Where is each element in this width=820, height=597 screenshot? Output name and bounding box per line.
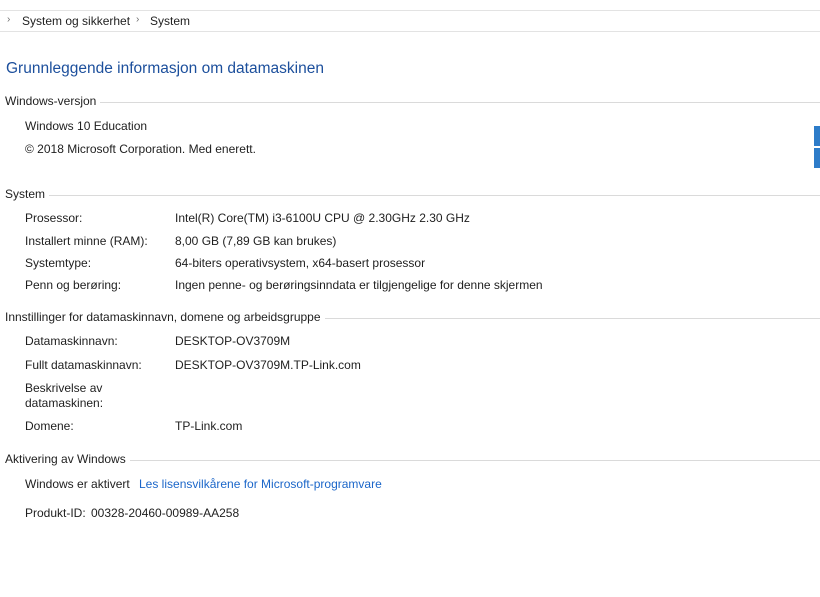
section-divider — [47, 195, 820, 196]
breadcrumb: › System og sikkerhet › System — [0, 11, 820, 32]
domain-value: TP-Link.com — [175, 419, 243, 433]
section-header-system: System — [5, 187, 50, 201]
full-computer-name-value: DESKTOP-OV3709M.TP-Link.com — [175, 358, 361, 372]
page-title: Grunnleggende informasjon om datamaskine… — [6, 60, 324, 77]
computer-name-label: Datamaskinnavn: — [25, 334, 118, 348]
activation-status: Windows er aktivert — [25, 477, 130, 491]
breadcrumb-item-system-security[interactable]: System og sikkerhet — [22, 14, 130, 28]
section-header-windows-version: Windows-versjon — [5, 94, 101, 108]
copyright-text: © 2018 Microsoft Corporation. Med eneret… — [25, 142, 256, 156]
section-header-activation: Aktivering av Windows — [5, 452, 130, 466]
system-type-value: 64-biters operativsystem, x64-basert pro… — [175, 256, 426, 270]
full-computer-name-label: Fullt datamaskinnavn: — [25, 358, 142, 372]
domain-label: Domene: — [25, 419, 74, 433]
chevron-right-icon[interactable]: › — [136, 14, 139, 25]
section-divider — [130, 460, 820, 461]
ram-label: Installert minne (RAM): — [25, 234, 148, 248]
ram-value: 8,00 GB (7,89 GB kan brukes) — [175, 234, 337, 248]
description-label: Beskrivelse av datamaskinen: — [25, 381, 104, 410]
windows-edition: Windows 10 Education — [25, 119, 148, 133]
pen-touch-label: Penn og berøring: — [25, 278, 122, 292]
license-terms-link[interactable]: Les lisensvilkårene for Microsoft-progra… — [139, 477, 382, 491]
chevron-right-icon[interactable]: › — [7, 14, 10, 25]
section-divider — [325, 318, 820, 319]
system-type-label: Systemtype: — [25, 256, 92, 270]
section-header-computer-name: Innstillinger for datamaskinnavn, domene… — [5, 310, 325, 324]
product-id-value: 00328-20460-00989-AA258 — [91, 506, 240, 520]
processor-value: Intel(R) Core(TM) i3-6100U CPU @ 2.30GHz… — [175, 211, 470, 225]
processor-label: Prosessor: — [25, 211, 83, 225]
section-divider — [100, 102, 820, 103]
edge-accent-tab[interactable] — [814, 126, 820, 146]
pen-touch-value: Ingen penne- og berøringsinndata er tilg… — [175, 278, 543, 292]
computer-name-value: DESKTOP-OV3709M — [175, 334, 291, 348]
edge-accent-tab[interactable] — [814, 148, 820, 168]
product-id-label: Produkt-ID: — [25, 506, 86, 520]
breadcrumb-item-system[interactable]: System — [150, 14, 190, 28]
